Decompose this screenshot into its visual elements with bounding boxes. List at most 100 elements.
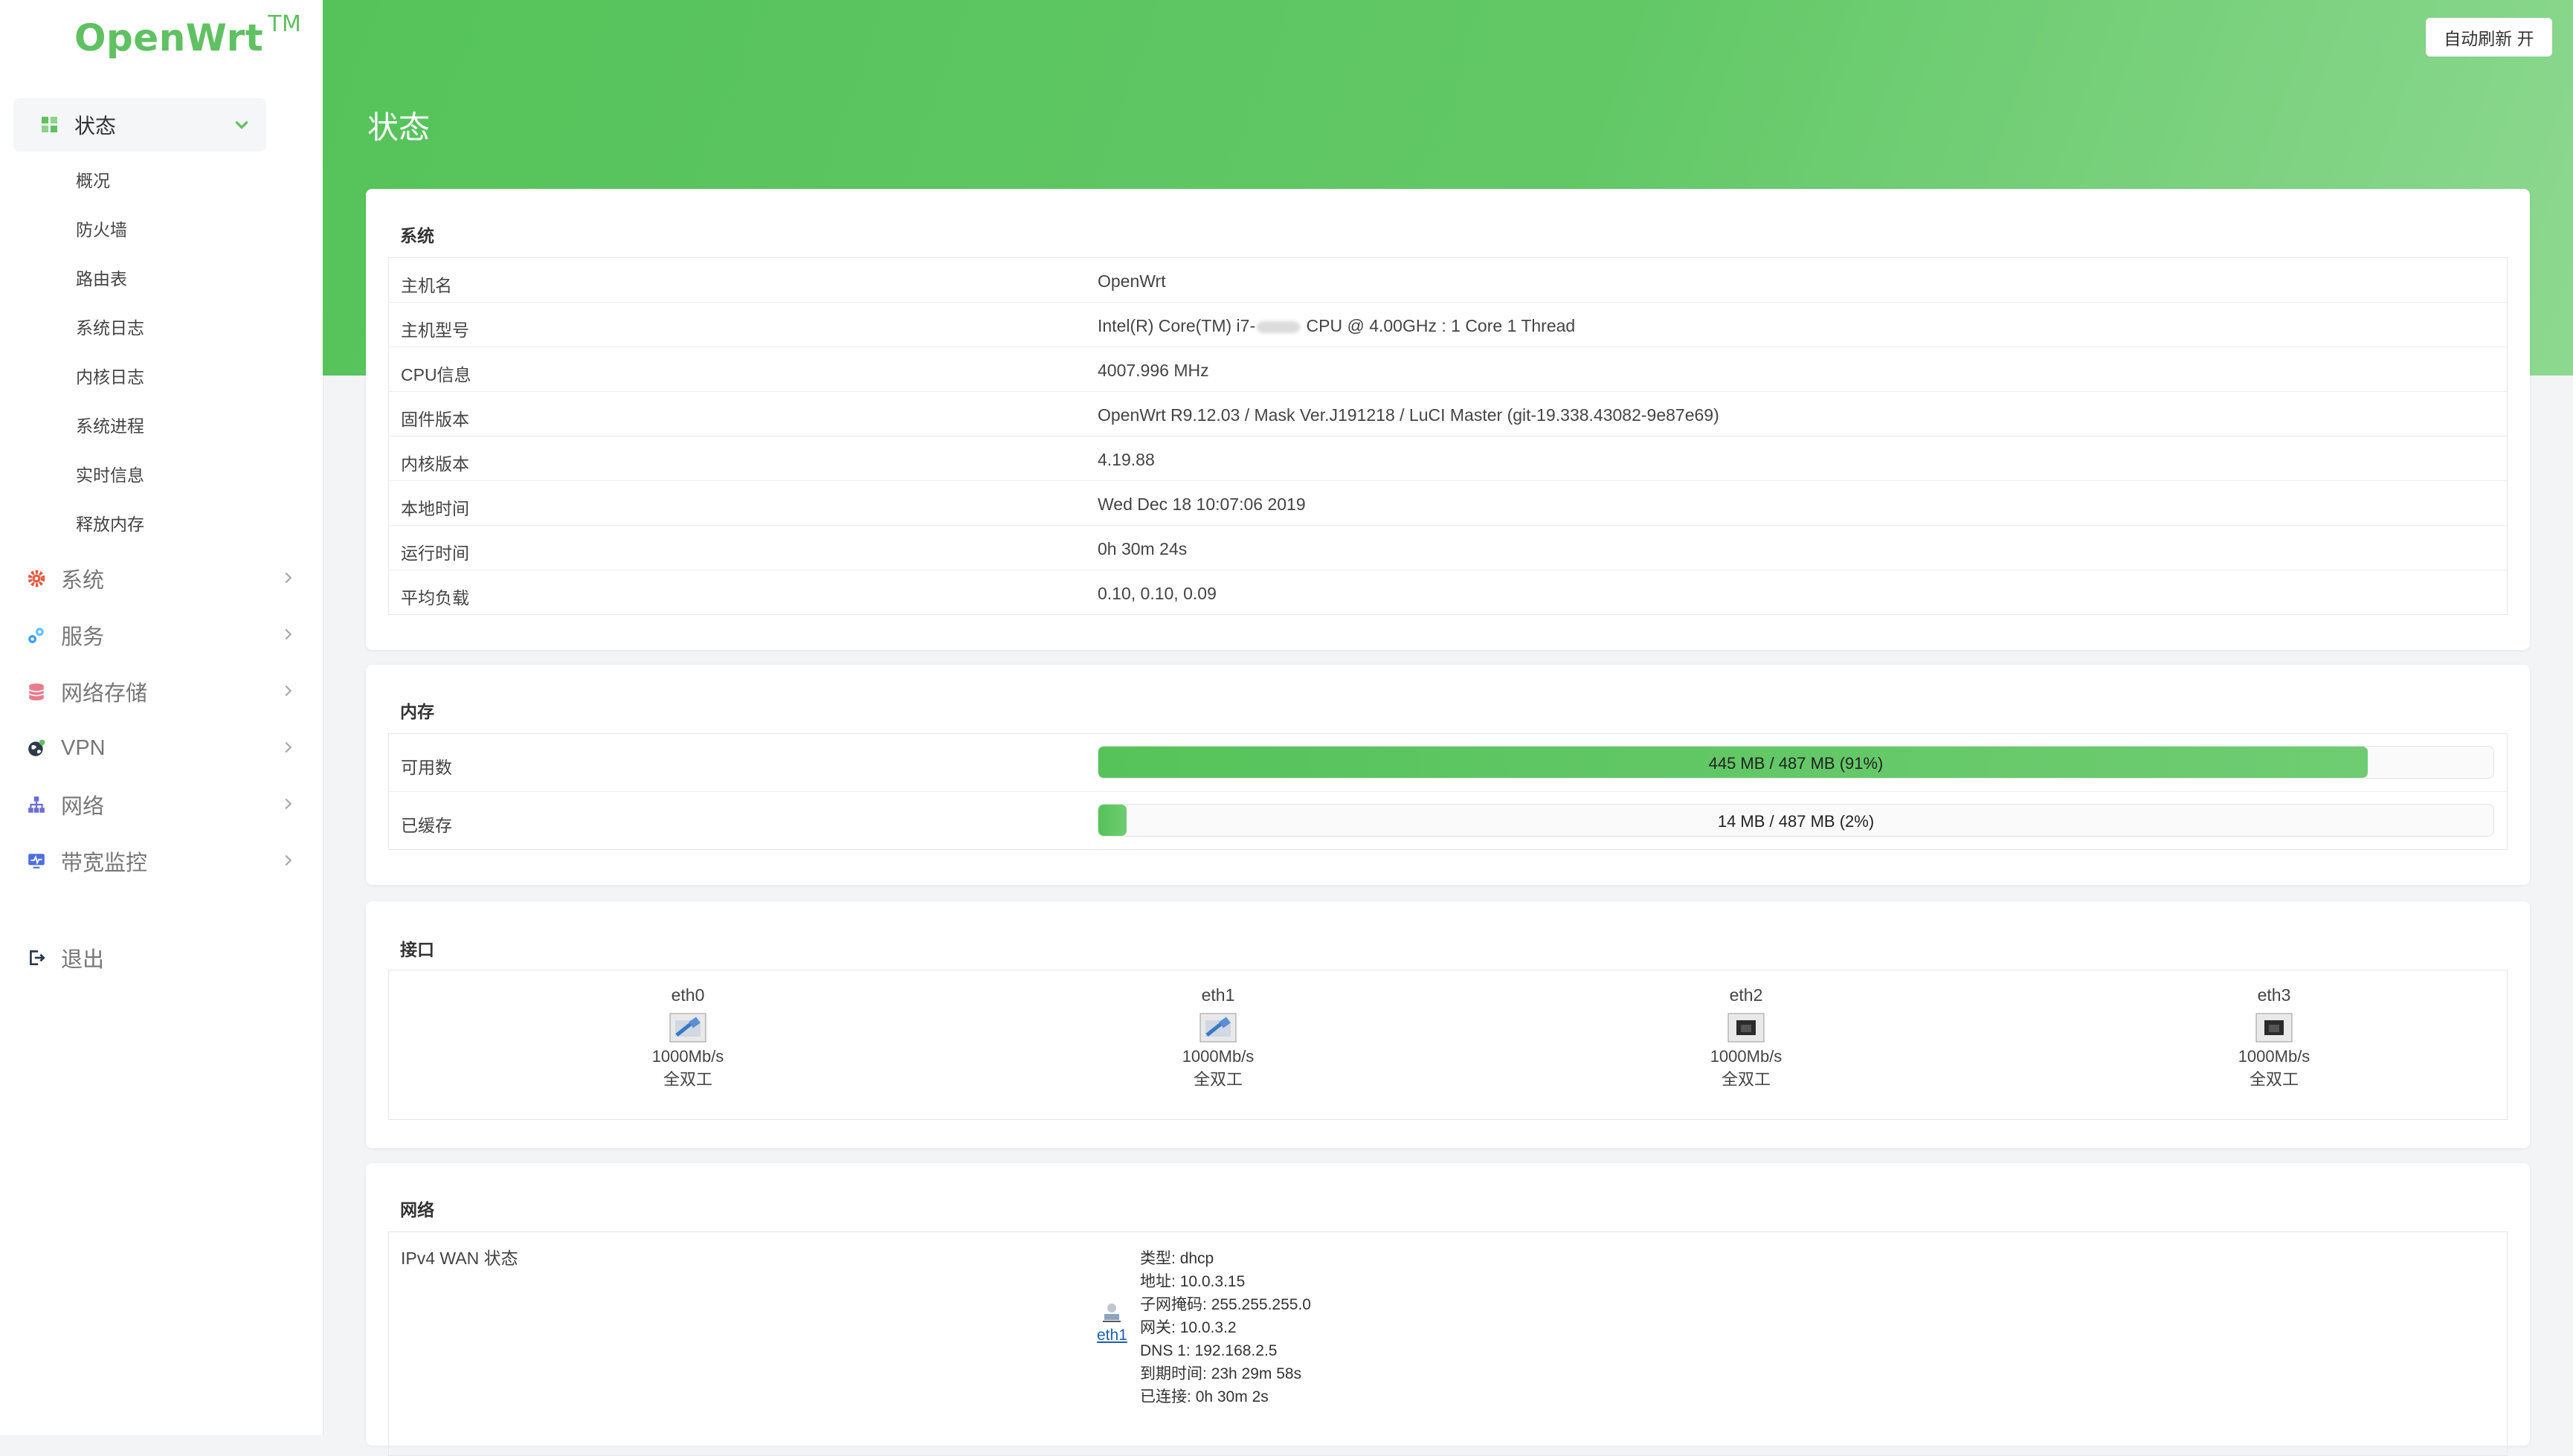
detail-row: 子网掩码: 255.255.255.0 [1140, 1293, 1311, 1316]
detail-label: 类型: [1140, 1250, 1176, 1267]
detail-label: DNS 1: [1140, 1342, 1191, 1359]
nav-item-storage[interactable]: 网络存储 [0, 669, 297, 714]
detail-label: 子网掩码: [1140, 1296, 1207, 1313]
detail-row: 到期时间: 23h 29m 58s [1140, 1362, 1311, 1385]
interface-speed: 1000Mb/s [1710, 1047, 1783, 1066]
nav-item-bandwidth[interactable]: 带宽监控 [0, 839, 297, 883]
detail-value: dhcp [1179, 1250, 1214, 1267]
row-value: 0h 30m 24s [1098, 539, 1188, 558]
table-row: 本地时间 Wed Dec 18 10:07:06 2019 [389, 481, 2507, 526]
openwrt-logo[interactable]: OpenWrt TM [74, 11, 301, 68]
interfaces-table: eth0 1000Mb/s 全双工 eth1 1000Mb/s 全双工 eth2… [388, 970, 2508, 1120]
interface-speed: 1000Mb/s [2238, 1047, 2310, 1066]
redacted-blur [1257, 320, 1301, 333]
detail-value: 23h 29m 58s [1211, 1365, 1302, 1382]
nav-item-label: 网络存储 [61, 682, 148, 706]
nav-item-vpn[interactable]: VPN [0, 726, 297, 770]
detail-value: 255.255.255.0 [1211, 1296, 1311, 1313]
network-link[interactable]: eth1 [1097, 1302, 1127, 1344]
table-row: 已缓存 14 MB / 487 MB (2%) [389, 792, 2507, 849]
sub-item-realtime[interactable]: 实时信息 [76, 461, 144, 486]
network-device-icon [1103, 1304, 1121, 1322]
section-title: 接口 [400, 940, 434, 959]
cpu-model-prefix: Intel(R) Core(TM) i7- [1098, 316, 1256, 335]
services-icon [27, 625, 46, 645]
nav-item-label: VPN [61, 735, 106, 760]
interface-duplex: 全双工 [2249, 1070, 2299, 1089]
database-icon [27, 682, 46, 701]
chevron-right-icon [280, 683, 296, 703]
detail-row: 已连接: 0h 30m 2s [1140, 1385, 1311, 1408]
wan-status-label: IPv4 WAN 状态 [401, 1249, 518, 1268]
memory-card: 内存 可用数 445 MB / 487 MB (91%) 已缓存 14 MB /… [366, 665, 2530, 885]
dashboard-icon [40, 115, 59, 135]
detail-label: 地址: [1140, 1273, 1176, 1290]
detail-label: 到期时间: [1140, 1365, 1207, 1382]
nav-item-system[interactable]: 系统 [0, 556, 297, 601]
detail-value: 10.0.3.2 [1179, 1319, 1237, 1336]
nav-item-label: 系统 [61, 569, 105, 593]
row-key: 运行时间 [401, 544, 469, 563]
ethernet-connected-icon [669, 1013, 706, 1043]
interface-eth2: eth2 1000Mb/s 全双工 [1672, 985, 1820, 1090]
nav-item-network[interactable]: 网络 [0, 782, 297, 827]
interfaces-card: 接口 eth0 1000Mb/s 全双工 eth1 1000Mb/s 全双工 e… [366, 901, 2530, 1148]
interface-name: eth3 [2257, 985, 2291, 1005]
ethernet-connected-icon [1199, 1013, 1237, 1043]
sub-item-overview[interactable]: 概况 [76, 167, 110, 192]
nav-item-logout[interactable]: 退出 [0, 935, 297, 980]
table-row: 运行时间 0h 30m 24s [389, 526, 2507, 570]
network-icon [27, 795, 46, 814]
nav-item-label: 带宽监控 [61, 851, 148, 875]
logo-tm: TM [268, 11, 302, 38]
row-value: OpenWrt [1098, 271, 1166, 291]
row-key: 可用数 [401, 758, 452, 777]
globe-icon [27, 738, 46, 758]
nav-item-services[interactable]: 服务 [0, 613, 297, 657]
logo-text: OpenWrt [74, 16, 264, 59]
nav-item-status[interactable]: 状态 [13, 98, 266, 152]
row-key: 内核版本 [401, 454, 469, 474]
detail-value: 10.0.3.15 [1179, 1273, 1246, 1290]
memory-table: 可用数 445 MB / 487 MB (91%) 已缓存 14 MB / 48… [388, 733, 2508, 850]
table-row: 主机名 OpenWrt [389, 258, 2507, 303]
nav-item-label: 网络 [61, 795, 105, 819]
row-value: OpenWrt R9.12.03 / Mask Ver.J191218 / Lu… [1098, 405, 1719, 425]
interface-eth3: eth3 1000Mb/s 全双工 [2200, 985, 2348, 1090]
sub-item-routes[interactable]: 路由表 [76, 265, 127, 290]
interface-name: eth1 [1201, 985, 1235, 1005]
cpu-model-suffix: CPU @ 4.00GHz : 1 Core 1 Thread [1301, 316, 1576, 335]
progress-bar: 445 MB / 487 MB (91%) [1098, 746, 2494, 779]
row-value: Intel(R) Core(TM) i7- CPU @ 4.00GHz : 1 … [1098, 316, 1575, 336]
page-title: 状态 [367, 110, 431, 145]
interface-name: eth0 [671, 985, 705, 1005]
auto-refresh-button[interactable]: 自动刷新 开 [2426, 18, 2552, 57]
chevron-right-icon [280, 796, 296, 816]
sub-item-syslog[interactable]: 系统日志 [76, 314, 144, 339]
row-key: 固件版本 [401, 410, 469, 429]
detail-label: 网关: [1140, 1319, 1176, 1336]
chevron-right-icon [280, 570, 296, 590]
chevron-right-icon [280, 852, 296, 872]
chevron-down-icon [232, 115, 251, 138]
gear-icon [27, 569, 46, 588]
sub-item-free-memory[interactable]: 释放内存 [76, 510, 144, 535]
ethernet-port-icon [1727, 1013, 1765, 1043]
row-value: 4.19.88 [1098, 450, 1155, 469]
network-card: 网络 IPv4 WAN 状态 eth1 类型: dhcp 地址: 10.0.3.… [366, 1163, 2530, 1456]
sub-item-firewall[interactable]: 防火墙 [76, 216, 127, 241]
network-table: IPv4 WAN 状态 eth1 类型: dhcp 地址: 10.0.3.15 … [388, 1231, 2508, 1456]
row-key: 主机名 [401, 276, 452, 295]
progress-label: 445 MB / 487 MB (91%) [1708, 754, 1884, 773]
detail-row: 地址: 10.0.3.15 [1140, 1270, 1311, 1293]
row-key: 已缓存 [401, 816, 452, 835]
eth1-link[interactable]: eth1 [1097, 1327, 1127, 1344]
sub-item-kernel-log[interactable]: 内核日志 [76, 363, 144, 388]
monitor-icon [27, 851, 46, 871]
progress-bar: 14 MB / 487 MB (2%) [1098, 804, 2494, 837]
nav-item-label: 服务 [61, 625, 105, 649]
sub-item-processes[interactable]: 系统进程 [76, 412, 144, 437]
section-title: 内存 [400, 702, 434, 721]
table-row: 平均负载 0.10, 0.10, 0.09 [389, 570, 2507, 614]
logout-icon [27, 948, 46, 967]
